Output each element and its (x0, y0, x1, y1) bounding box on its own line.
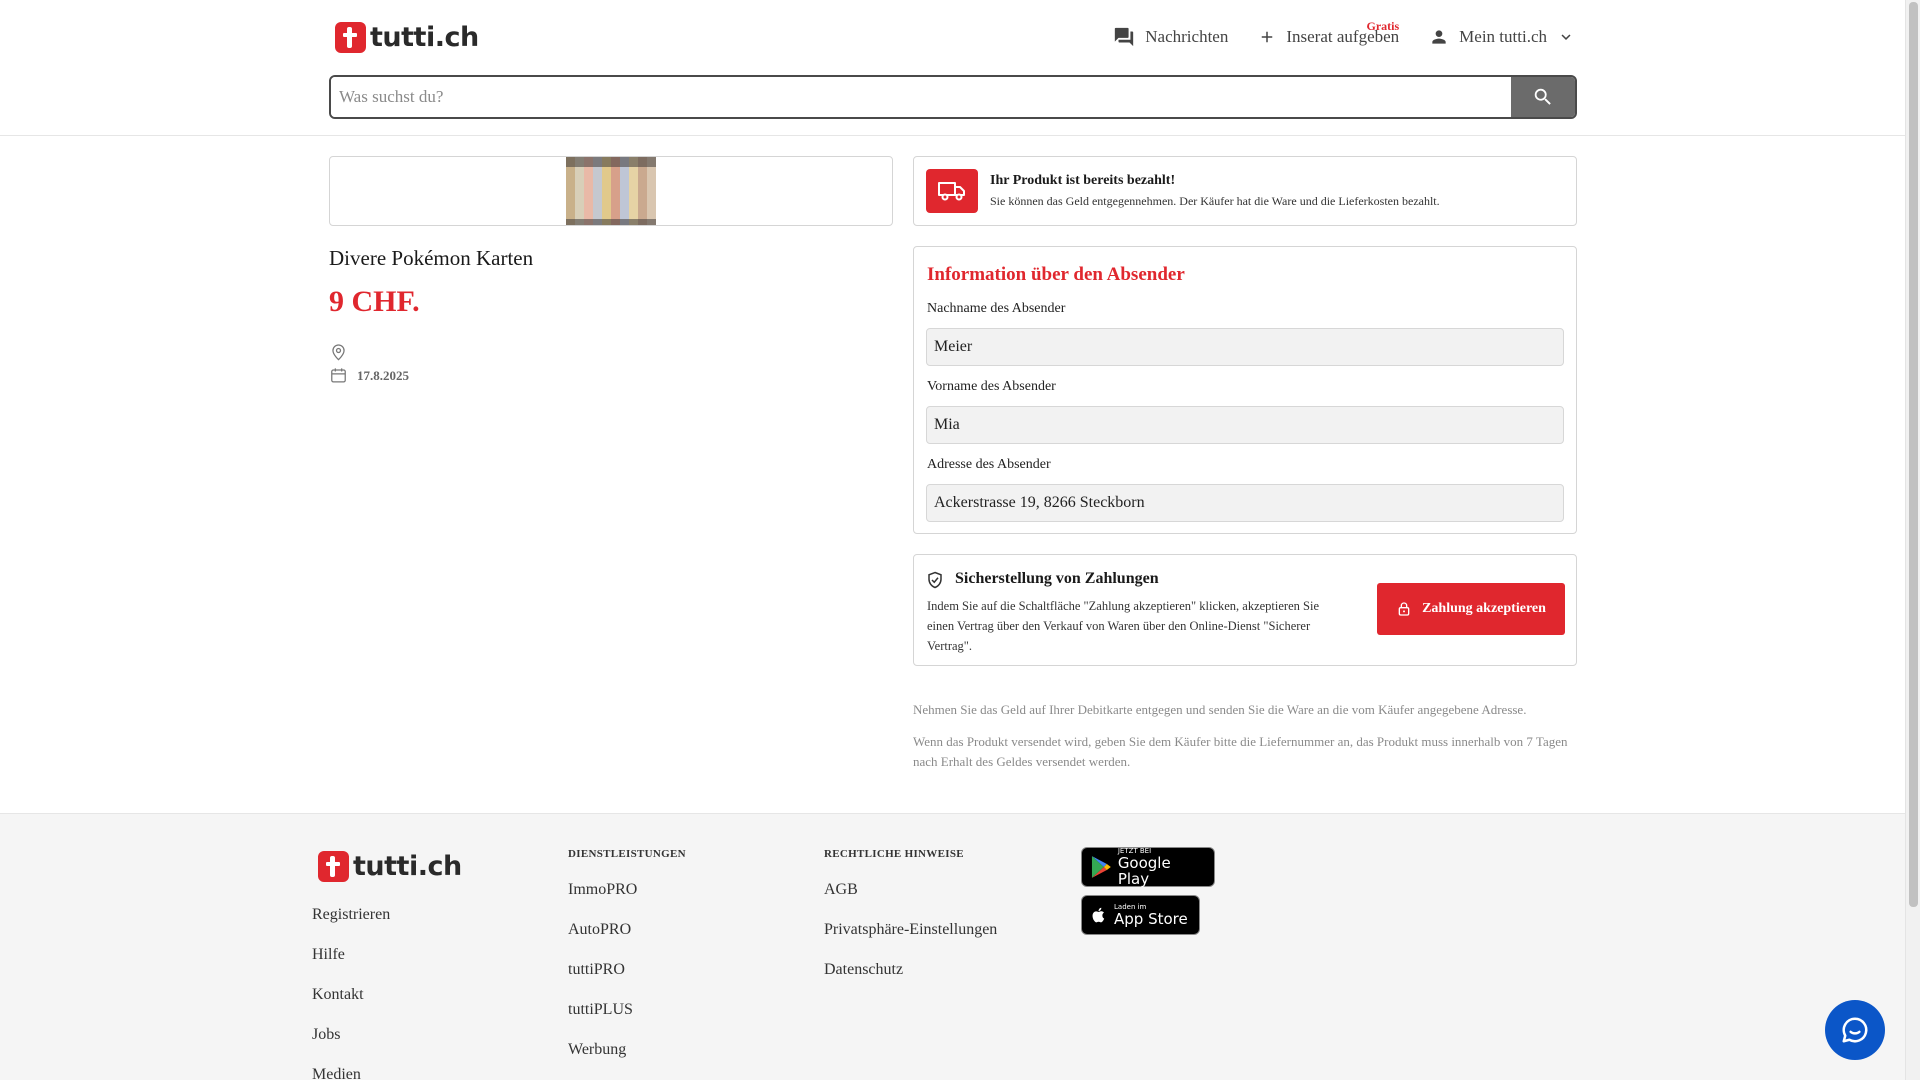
search-button[interactable] (1511, 77, 1575, 117)
tutti-logo[interactable]: tutti.ch (335, 22, 479, 53)
app-store-big-text: App Store (1114, 910, 1188, 928)
app-store-badge[interactable]: Laden im App Store (1081, 895, 1200, 935)
last-name-label: Nachname des Absender (927, 301, 1066, 316)
account-menu[interactable]: Mein tutti.ch (1429, 27, 1575, 47)
product-location (329, 343, 357, 362)
calendar-icon (331, 368, 346, 383)
lock-icon (1398, 602, 1410, 616)
footer-link-immopro[interactable]: ImmoPRO (568, 881, 637, 899)
product-price: 9 CHF. (329, 285, 420, 318)
payment-security-card: Sicherstellung von Zahlungen Indem Sie a… (913, 554, 1577, 666)
messages-link[interactable]: Nachrichten (1113, 26, 1228, 48)
last-name-field[interactable]: Meier (926, 328, 1564, 366)
tutti-logo-icon (335, 22, 366, 53)
scrollbar-thumb[interactable] (1909, 2, 1918, 907)
footer-link-agb[interactable]: AGB (824, 881, 858, 899)
chevron-down-icon (1561, 34, 1571, 40)
instruction-note: Wenn das Produkt versendet wird, geben S… (913, 734, 1568, 769)
product-title: Divere Pokémon Karten (329, 246, 534, 270)
accept-payment-label: Zahlung akzeptieren (1422, 601, 1546, 616)
payment-text: Indem Sie auf die Schaltfläche "Zahlung … (927, 599, 1319, 653)
footer-link-tuttiplus[interactable]: tuttiPLUS (568, 1001, 633, 1019)
address-label: Adresse des Absender (927, 457, 1051, 472)
delivery-truck-icon (926, 169, 978, 213)
paid-text: Sie können das Geld entgegennehmen. Der … (990, 194, 1440, 208)
paid-heading: Ihr Produkt ist bereits bezahlt! (990, 173, 1176, 188)
address-field[interactable]: Ackerstrasse 19, 8266 Steckborn (926, 484, 1564, 522)
chat-bubbles-icon (1115, 27, 1134, 47)
user-icon (1432, 30, 1446, 44)
header: tutti.ch Nachrichten Inserat aufgeben Gr… (0, 0, 1905, 136)
apple-icon (1092, 907, 1105, 923)
page-scrollbar[interactable] (1905, 0, 1920, 1080)
shield-check-icon (928, 571, 942, 589)
instruction-note: Nehmen Sie das Geld auf Ihrer Debitkarte… (913, 702, 1527, 717)
first-name-label: Vorname des Absender (927, 379, 1056, 394)
footer-link-data-protection[interactable]: Datenschutz (824, 961, 903, 979)
sender-heading: Information über den Absender (927, 264, 1185, 285)
footer-logo[interactable]: tutti.ch (318, 851, 462, 882)
footer-link-privacy-settings[interactable]: Privatsphäre-Einstellungen (824, 921, 997, 939)
footer: tutti.ch Registrieren Hilfe Kontakt Jobs… (0, 813, 1905, 1080)
first-name-field[interactable]: Mia (926, 406, 1564, 444)
services-heading: DIENSTLEISTUNGEN (568, 848, 686, 860)
post-ad-link[interactable]: Inserat aufgeben Gratis (1258, 19, 1399, 47)
footer-link-help[interactable]: Hilfe (312, 946, 345, 964)
location-pin-icon (332, 344, 345, 361)
search-icon (1534, 88, 1551, 105)
accept-payment-button[interactable]: Zahlung akzeptieren (1377, 583, 1565, 635)
footer-link-register[interactable]: Registrieren (312, 906, 390, 924)
gratis-badge: Gratis (1366, 19, 1400, 33)
header-nav: Nachrichten Inserat aufgeben Gratis Mein… (1113, 19, 1575, 48)
legal-heading: RECHTLICHE HINWEISE (824, 848, 964, 860)
footer-link-media[interactable]: Medien (312, 1066, 361, 1080)
sender-info-card: Information über den Absender Nachname d… (913, 246, 1577, 534)
plus-icon (1262, 31, 1273, 43)
messages-label: Nachrichten (1145, 27, 1229, 46)
footer-link-advertising[interactable]: Werbung (568, 1041, 626, 1059)
tutti-logo-icon (318, 851, 349, 882)
payment-heading: Sicherstellung von Zahlungen (955, 570, 1159, 587)
product-date: 17.8.2025 (329, 366, 409, 385)
product-image-gallery (329, 156, 893, 226)
search-bar (329, 75, 1577, 119)
chat-icon (1842, 1017, 1868, 1043)
logo-text: tutti.ch (370, 22, 479, 53)
chat-support-button[interactable] (1825, 1000, 1885, 1060)
date-text: 17.8.2025 (357, 367, 409, 383)
footer-link-contact[interactable]: Kontakt (312, 986, 364, 1004)
product-image[interactable] (566, 157, 656, 225)
google-play-icon (1091, 856, 1111, 878)
footer-link-tuttipro[interactable]: tuttiPRO (568, 961, 625, 979)
account-label: Mein tutti.ch (1459, 27, 1547, 46)
footer-link-jobs[interactable]: Jobs (312, 1026, 340, 1044)
search-input[interactable] (331, 77, 1511, 117)
google-play-big-text: Google Play (1117, 854, 1171, 888)
logo-text: tutti.ch (353, 851, 462, 882)
footer-link-autopro[interactable]: AutoPRO (568, 921, 631, 939)
paid-notice: Ihr Produkt ist bereits bezahlt! Sie kön… (913, 156, 1577, 226)
google-play-badge[interactable]: JETZT BEI Google Play (1081, 847, 1215, 887)
